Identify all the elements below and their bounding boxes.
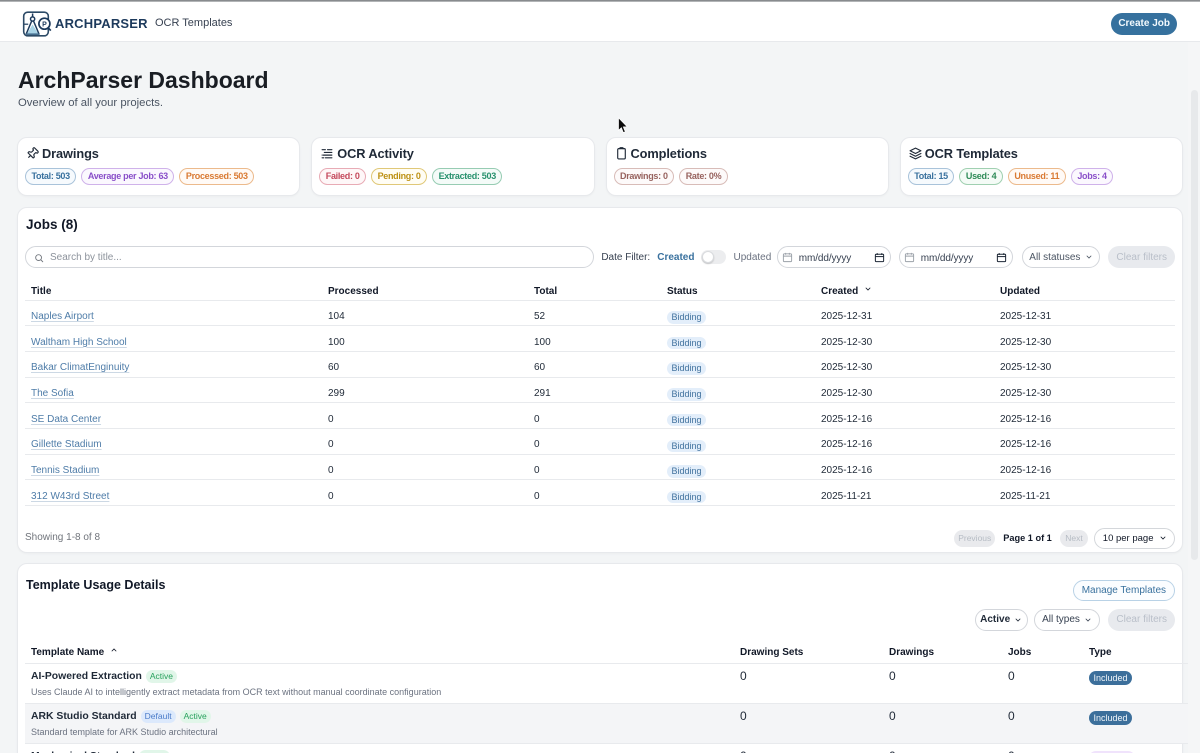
svg-text:P: P	[42, 21, 47, 28]
